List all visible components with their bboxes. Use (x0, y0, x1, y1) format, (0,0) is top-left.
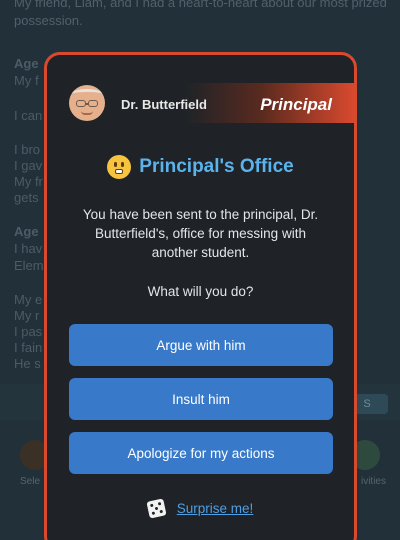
modal-title-row: Principal's Office (47, 155, 354, 179)
background-line: I can (14, 108, 43, 123)
argue-button[interactable]: Argue with him (69, 324, 333, 366)
background-line: He s (14, 356, 41, 371)
insult-button[interactable]: Insult him (69, 378, 333, 420)
background-tab-label: Sele (20, 476, 41, 487)
background-label: Age (14, 56, 39, 71)
background-line: I bro (14, 142, 41, 157)
background-line: My fr (14, 174, 43, 189)
surprise-me-link[interactable]: Surprise me! (177, 501, 254, 516)
grimacing-face-icon (107, 155, 132, 179)
character-role: Principal (260, 95, 332, 114)
principal-modal: Dr. Butterfield Principal Principal's Of… (44, 52, 357, 540)
background-line: Elem (14, 258, 44, 273)
background-line: I hav (14, 241, 43, 256)
avatar-hair (72, 89, 102, 98)
dice-icon (146, 498, 167, 519)
modal-description: You have been sent to the principal, Dr.… (82, 207, 319, 260)
background-line: gets (14, 190, 39, 205)
background-line: My e (14, 292, 43, 307)
surprise-me-row[interactable]: Surprise me! (47, 498, 354, 519)
character-name: Dr. Butterfield (121, 97, 207, 112)
apologize-button[interactable]: Apologize for my actions (69, 432, 333, 474)
avatar-mouth (81, 111, 93, 115)
background-story-text: My friend, Liam, and I had a heart-to-he… (14, 0, 387, 28)
background-line: I pas (14, 324, 43, 339)
avatar-glasses-bridge (85, 103, 89, 105)
background-tab-label: ivities (360, 476, 386, 487)
background-line: I gav (14, 158, 43, 173)
background-label: Age (14, 224, 39, 239)
background-line: My r (14, 308, 40, 323)
avatar-glasses (88, 100, 98, 107)
background-line: My f (14, 73, 39, 88)
modal-prompt: What will you do? (147, 284, 254, 299)
dr-butterfield-avatar (69, 85, 105, 121)
background-line: I fain (14, 340, 43, 355)
modal-title: Principal's Office (139, 156, 294, 177)
